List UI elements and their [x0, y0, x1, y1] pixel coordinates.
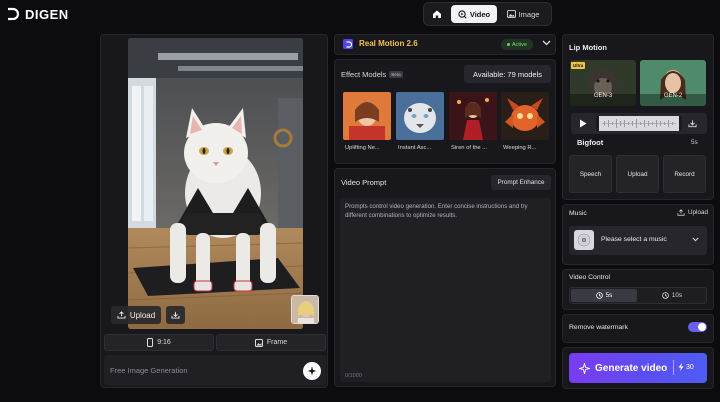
video-prompt-title: Video Prompt	[341, 178, 387, 187]
tab-image-label: Image	[518, 9, 540, 19]
effect-models-title: Effect Models Beta	[341, 70, 403, 79]
effect-card[interactable]: Siren of the ...	[449, 92, 497, 156]
cat-image	[128, 38, 303, 329]
remove-watermark-label: Remove watermark	[569, 324, 628, 331]
audio-waveform[interactable]	[596, 116, 682, 131]
lightning-icon	[678, 363, 684, 371]
status-badge: Active	[501, 39, 533, 50]
upload-label: Upload	[129, 310, 156, 320]
music-select-text: Please select a music	[601, 236, 667, 243]
effect-label: Uplifting Ne...	[345, 145, 380, 151]
credit-cost-value: 30	[686, 363, 694, 371]
generate-video-label: Generate video	[595, 362, 668, 374]
duration-option-5s[interactable]: 5s	[571, 289, 637, 302]
duration-option-10s[interactable]: 10s	[639, 289, 705, 302]
clock-icon	[662, 292, 669, 299]
aspect-ratio-label: 9:16	[157, 339, 171, 346]
logo-mark-icon	[8, 7, 20, 21]
effect-thumbnail	[396, 92, 444, 140]
upload-audio-button[interactable]: Upload	[616, 155, 659, 193]
toggle-knob	[698, 323, 706, 331]
frame-button[interactable]: Frame	[216, 334, 326, 351]
tab-video[interactable]: Video	[451, 5, 497, 23]
image-icon	[506, 10, 516, 18]
effect-label: Siren of the ...	[451, 145, 488, 151]
character-count: 0/1000	[345, 373, 362, 379]
model-name: Real Motion 2.6	[359, 39, 418, 48]
gen-2-card[interactable]: GEN-2	[640, 60, 706, 106]
download-button[interactable]	[166, 306, 185, 324]
record-button[interactable]: Record	[663, 155, 706, 193]
available-models-button[interactable]: Available: 79 models	[464, 65, 551, 83]
effect-card[interactable]: Uplifting Ne...	[343, 92, 391, 156]
duration-option-5s-label: 5s	[605, 292, 613, 299]
tab-image[interactable]: Image	[500, 5, 546, 23]
portrait-icon	[147, 338, 154, 347]
generate-divider	[673, 360, 674, 375]
effect-label: Weeping R...	[503, 145, 537, 151]
top-nav: Video Image	[423, 2, 552, 26]
logo-text: DIGEN	[25, 6, 69, 22]
music-upload-label: Upload	[688, 209, 708, 216]
upload-icon	[117, 311, 126, 319]
lip-motion-title: Lip Motion	[569, 43, 607, 52]
upload-button[interactable]: Upload	[111, 306, 161, 324]
tab-video-label: Video	[469, 9, 491, 19]
duration-option-10s-label: 10s	[671, 292, 683, 299]
music-title: Music	[569, 210, 587, 217]
status-label: Active	[512, 41, 527, 48]
download-audio-icon[interactable]	[688, 119, 697, 128]
frame-label: Frame	[266, 339, 288, 346]
clock-icon	[595, 292, 603, 299]
aspect-ratio-button[interactable]: 9:16	[104, 334, 214, 351]
gen-2-image	[640, 60, 706, 106]
chevron-down-icon	[692, 237, 699, 242]
play-icon[interactable]	[579, 119, 587, 128]
video-prompt-input[interactable]	[340, 198, 551, 382]
gen-2-label: GEN-2	[663, 93, 683, 99]
status-dot-icon	[507, 43, 510, 46]
frame-icon	[254, 338, 263, 347]
free-image-generation-label: Free Image Generation	[110, 366, 188, 375]
effect-label: Instant Asc...	[398, 145, 432, 151]
track-name: Bigfoot	[577, 138, 604, 147]
speech-button[interactable]: Speech	[569, 155, 612, 193]
track-duration: 5s	[691, 139, 698, 146]
video-prompt-placeholder: Prompts control video generation. Enter …	[345, 203, 528, 219]
reference-thumbnail-image	[292, 296, 318, 323]
reference-thumbnail[interactable]	[291, 295, 319, 324]
beta-badge: Beta	[389, 71, 403, 78]
preview-image	[128, 38, 303, 329]
effect-models-label: Effect Models	[341, 70, 387, 79]
download-icon	[171, 311, 180, 319]
logo[interactable]: DIGEN	[6, 6, 69, 22]
music-upload-button[interactable]: Upload	[677, 209, 708, 216]
effect-card[interactable]: Instant Asc...	[396, 92, 444, 156]
model-icon	[343, 39, 353, 49]
music-disc-icon	[574, 230, 594, 250]
generate-image-button[interactable]	[303, 362, 321, 380]
credit-cost: 30	[678, 363, 694, 371]
effect-card[interactable]: Weeping R...	[501, 92, 549, 156]
ultra-badge: Ultra	[571, 62, 586, 69]
sparkle-icon	[307, 366, 317, 376]
gen-3-label: GEN-3	[593, 93, 613, 99]
home-button[interactable]	[426, 5, 448, 23]
effect-thumbnail	[449, 92, 497, 140]
effect-thumbnail	[501, 92, 549, 140]
home-icon	[433, 10, 441, 18]
video-control-title: Video Control	[569, 274, 611, 281]
chevron-down-icon[interactable]	[542, 40, 551, 46]
sparkle-icon	[579, 362, 590, 374]
effect-thumbnail	[343, 92, 391, 140]
prompt-enhance-button[interactable]: Prompt Enhance	[491, 175, 551, 190]
upload-icon	[677, 209, 685, 216]
video-icon	[458, 9, 467, 19]
